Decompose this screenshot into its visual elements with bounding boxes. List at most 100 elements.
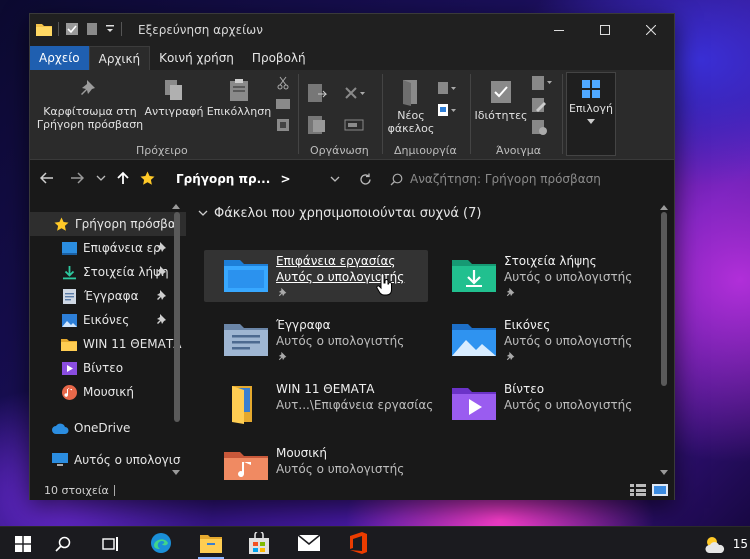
search-placeholder[interactable]: Αναζήτηση: Γρήγορη πρόσβαση bbox=[410, 172, 601, 186]
sidebar-item-label: Επιφάνεια ερ bbox=[83, 241, 161, 255]
sidebar-scroll-thumb[interactable] bbox=[174, 212, 180, 422]
folder-location: Αυτός ο υπολογιστής bbox=[504, 270, 633, 284]
sidebar-item-pictures[interactable]: Εικόνες bbox=[30, 308, 186, 332]
file-explorer-taskbar-icon[interactable] bbox=[200, 533, 222, 553]
details-view-icon[interactable] bbox=[630, 484, 646, 496]
paste-shortcut-icon[interactable] bbox=[276, 118, 290, 132]
folder-tile-desktop[interactable]: Επιφάνεια εργασίας Αυτός ο υπολογιστής bbox=[204, 250, 428, 302]
tab-file[interactable]: Αρχείο bbox=[30, 46, 89, 70]
folder-name: Επιφάνεια εργασίας bbox=[276, 254, 396, 268]
select-label: Επιλογή bbox=[568, 102, 614, 115]
file-explorer-window: Εξερεύνηση αρχείων Αρχείο Αρχική Κοινή χ… bbox=[29, 13, 675, 500]
downloads-folder-icon bbox=[452, 260, 496, 292]
mail-icon[interactable] bbox=[298, 535, 320, 551]
recent-locations-icon[interactable] bbox=[96, 175, 106, 182]
delete-icon[interactable] bbox=[344, 86, 366, 102]
breadcrumb-separator[interactable]: > bbox=[280, 172, 290, 186]
taskbar: 15 bbox=[0, 526, 750, 559]
new-folder-small-icon[interactable] bbox=[85, 22, 99, 36]
easy-access-icon[interactable] bbox=[438, 104, 456, 118]
start-windows-icon[interactable] bbox=[15, 536, 31, 552]
store-icon[interactable] bbox=[249, 532, 269, 554]
history-icon[interactable] bbox=[532, 120, 548, 136]
customize-toolbar-icon[interactable] bbox=[105, 24, 115, 34]
clock-time[interactable]: 15 bbox=[733, 537, 748, 551]
folder-tile-documents[interactable]: Έγγραφα Αυτός ο υπολογιστής bbox=[204, 314, 428, 366]
sidebar-item-music[interactable]: Μουσική bbox=[30, 380, 186, 404]
tab-view[interactable]: Προβολή bbox=[243, 46, 315, 70]
sidebar-item-onedrive[interactable]: OneDrive bbox=[30, 416, 186, 440]
edge-browser-icon[interactable] bbox=[150, 532, 172, 554]
copy-label: Αντιγραφή bbox=[144, 105, 204, 118]
folder-icon bbox=[232, 386, 252, 424]
task-view-icon[interactable] bbox=[102, 536, 120, 552]
folder-name: Έγγραφα bbox=[276, 318, 331, 332]
sidebar-item-documents[interactable]: Έγγραφα bbox=[30, 284, 186, 308]
edit-icon[interactable] bbox=[532, 98, 548, 114]
office-icon[interactable] bbox=[348, 532, 368, 554]
sidebar-item-label: Μουσική bbox=[83, 385, 134, 399]
chevron-down-icon[interactable] bbox=[660, 470, 668, 475]
maximize-button[interactable] bbox=[582, 14, 628, 46]
sidebar-item-quick-access[interactable]: Γρήγορη πρόσβα bbox=[30, 212, 186, 236]
pin-quick-access-button[interactable]: Καρφίτσωμα στη Γρήγορη πρόσβαση bbox=[36, 78, 144, 131]
pin-icon bbox=[157, 266, 166, 276]
sidebar-item-downloads[interactable]: Στοιχεία λήψη bbox=[30, 260, 186, 284]
pictures-icon bbox=[62, 313, 77, 327]
properties-button[interactable]: Ιδιότητες bbox=[474, 78, 528, 122]
chevron-up-icon[interactable] bbox=[660, 205, 668, 210]
sidebar-item-label: Αυτός ο υπολογισ bbox=[74, 453, 181, 467]
close-button[interactable] bbox=[628, 14, 674, 46]
copy-button[interactable]: Αντιγραφή bbox=[144, 78, 204, 118]
chevron-down-icon bbox=[587, 119, 595, 124]
sidebar-item-win11-themes[interactable]: WIN 11 ΘΕΜΑΤΑ bbox=[30, 332, 186, 356]
sidebar-item-videos[interactable]: Βίντεο bbox=[30, 356, 186, 380]
chevron-down-icon[interactable] bbox=[330, 176, 340, 183]
folder-tile-win11-themes[interactable]: WIN 11 ΘΕΜΑΤΑ Αυτ...\Επιφάνεια εργασίας bbox=[204, 378, 433, 430]
copy-path-icon[interactable] bbox=[276, 98, 290, 110]
tab-home[interactable]: Αρχική bbox=[88, 46, 151, 70]
section-header[interactable]: Φάκελοι που χρησιμοποιούνται συχνά (7) bbox=[198, 206, 481, 221]
move-to-icon[interactable] bbox=[308, 84, 330, 104]
folder-name: Στοιχεία λήψης bbox=[504, 254, 597, 268]
properties-icon[interactable] bbox=[65, 22, 79, 36]
new-folder-button[interactable]: Νέος φάκελος bbox=[382, 78, 440, 135]
paste-button[interactable]: Επικόλληση bbox=[206, 78, 272, 118]
forward-arrow-icon[interactable] bbox=[70, 171, 84, 185]
section-title: Φάκελοι που χρησιμοποιούνται συχνά (7) bbox=[214, 206, 482, 221]
sidebar-item-label: Γρήγορη πρόσβα bbox=[75, 217, 176, 231]
folder-tile-downloads[interactable]: Στοιχεία λήψης Αυτός ο υπολογιστής bbox=[432, 250, 656, 302]
address-path-segment[interactable]: Γρήγορη πρ... bbox=[176, 172, 270, 186]
sidebar-item-label: Έγγραφα bbox=[84, 289, 139, 303]
minimize-button[interactable] bbox=[536, 14, 582, 46]
address-path[interactable]: Γρήγορη πρ... > bbox=[176, 172, 291, 186]
folder-icon bbox=[61, 338, 77, 351]
folder-location: Αυτ...\Επιφάνεια εργασίας bbox=[276, 398, 434, 412]
copy-to-icon[interactable] bbox=[308, 116, 330, 136]
cut-icon[interactable] bbox=[276, 76, 290, 90]
up-arrow-icon[interactable] bbox=[116, 171, 130, 185]
sidebar-item-this-pc[interactable]: Αυτός ο υπολογισ bbox=[30, 448, 186, 472]
folder-location: Αυτός ο υπολογιστής bbox=[504, 398, 633, 412]
folder-tile-pictures[interactable]: Εικόνες Αυτός ο υπολογιστής bbox=[432, 314, 656, 366]
folder-tile-videos[interactable]: Βίντεο Αυτός ο υπολογιστής bbox=[432, 378, 656, 430]
open-icon[interactable] bbox=[532, 76, 554, 92]
back-arrow-icon[interactable] bbox=[40, 171, 54, 185]
sidebar-item-label: Βίντεο bbox=[83, 361, 124, 375]
weather-icon[interactable] bbox=[703, 534, 727, 554]
star-icon bbox=[140, 171, 155, 185]
group-label-organize: Οργάνωση bbox=[310, 144, 369, 157]
large-icons-view-icon[interactable] bbox=[652, 484, 668, 496]
tab-share[interactable]: Κοινή χρήση bbox=[150, 46, 243, 70]
minimize-icon bbox=[554, 30, 564, 31]
new-item-icon[interactable] bbox=[438, 82, 456, 96]
refresh-icon[interactable] bbox=[359, 173, 372, 186]
select-button[interactable]: Επιλογή bbox=[566, 72, 616, 156]
search-icon[interactable] bbox=[55, 536, 71, 552]
download-icon bbox=[63, 265, 76, 279]
music-icon bbox=[62, 384, 77, 400]
sidebar-item-desktop[interactable]: Επιφάνεια ερ bbox=[30, 236, 186, 260]
content-scroll-thumb[interactable] bbox=[661, 212, 667, 386]
rename-icon[interactable] bbox=[344, 116, 366, 134]
pin-icon bbox=[506, 351, 515, 361]
